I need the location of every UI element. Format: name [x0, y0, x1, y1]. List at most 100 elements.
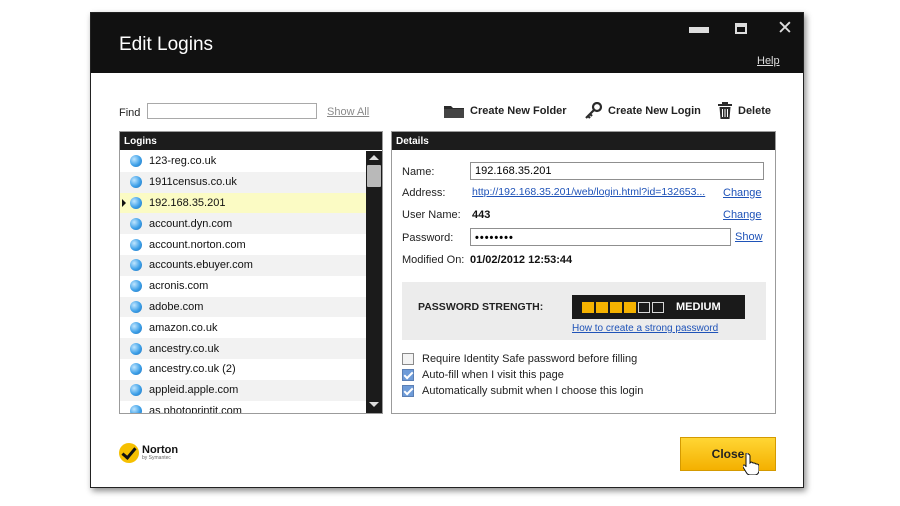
- name-input[interactable]: [470, 162, 764, 180]
- login-item-label: appleid.apple.com: [149, 384, 239, 397]
- login-list-item[interactable]: account.dyn.com: [120, 213, 366, 235]
- username-value: 443: [472, 209, 491, 221]
- login-list-item[interactable]: ancestry.co.uk: [120, 338, 366, 359]
- strong-password-help-link[interactable]: How to create a strong password: [572, 323, 718, 334]
- details-header: Details: [392, 132, 775, 150]
- title-bar: Edit Logins ▬ ✕ Help: [91, 13, 803, 73]
- create-new-folder-button[interactable]: Create New Folder: [443, 101, 567, 121]
- globe-icon: [130, 155, 142, 168]
- login-item-label: 192.168.35.201: [149, 196, 226, 209]
- password-strength-box: PASSWORD STRENGTH: MEDIUM How to create …: [402, 282, 766, 340]
- strength-segment: [652, 302, 664, 313]
- maximize-icon[interactable]: [735, 23, 747, 34]
- login-list-item[interactable]: ancestry.co.uk (2): [120, 359, 366, 380]
- find-input[interactable]: [147, 103, 317, 119]
- login-list-item[interactable]: as.photoprintit.com: [120, 401, 366, 413]
- login-list-item[interactable]: 1911census.co.uk: [120, 171, 366, 193]
- globe-icon: [130, 384, 142, 397]
- show-password-link[interactable]: Show: [735, 231, 763, 243]
- strength-segment: [610, 302, 622, 313]
- option-require-password[interactable]: Require Identity Safe password before fi…: [402, 353, 637, 365]
- name-label: Name:: [402, 166, 435, 178]
- show-all-link[interactable]: Show All: [327, 106, 369, 118]
- change-username-link[interactable]: Change: [723, 209, 762, 221]
- create-new-folder-label: Create New Folder: [470, 105, 567, 117]
- login-list-item[interactable]: amazon.co.uk: [120, 317, 366, 338]
- logins-scrollbar[interactable]: [366, 151, 382, 413]
- login-item-label: adobe.com: [149, 300, 204, 313]
- edit-logins-window: Edit Logins ▬ ✕ Help Find Show All Creat…: [90, 12, 804, 488]
- help-link[interactable]: Help: [757, 55, 780, 67]
- window-title: Edit Logins: [119, 34, 214, 55]
- globe-icon: [130, 300, 142, 313]
- globe-icon: [130, 238, 142, 251]
- login-list-item[interactable]: account.norton.com: [120, 234, 366, 255]
- login-item-label: amazon.co.uk: [149, 321, 218, 334]
- login-item-label: account.norton.com: [149, 238, 246, 251]
- option-auto-submit[interactable]: Automatically submit when I choose this …: [402, 385, 643, 397]
- scroll-up-icon[interactable]: [369, 155, 379, 160]
- scroll-thumb[interactable]: [367, 165, 381, 187]
- toolbar: Find Show All Create New Folder Create N…: [91, 73, 803, 129]
- hand-cursor-icon: [743, 453, 759, 475]
- auto-submit-label: Automatically submit when I choose this …: [422, 385, 644, 397]
- globe-icon: [130, 363, 142, 376]
- login-list-item[interactable]: appleid.apple.com: [120, 379, 366, 401]
- logins-panel: Logins 123-reg.co.uk 1911census.co.uk 192.…: [119, 131, 383, 414]
- autofill-label: Auto-fill when I visit this page: [422, 369, 564, 381]
- login-list-item[interactable]: acronis.com: [120, 276, 366, 297]
- norton-brand-sub: by Symantec: [142, 455, 171, 461]
- login-item-label: accounts.ebuyer.com: [149, 259, 253, 272]
- modified-label: Modified On:: [402, 254, 465, 266]
- norton-logo: Norton by Symantec: [119, 443, 178, 463]
- username-label: User Name:: [402, 209, 461, 221]
- strength-segment: [638, 302, 650, 313]
- globe-icon: [130, 404, 142, 413]
- logins-list[interactable]: 123-reg.co.uk 1911census.co.uk 192.168.35.…: [120, 151, 366, 413]
- globe-icon: [130, 259, 142, 272]
- login-list-item[interactable]: 192.168.35.201: [120, 192, 366, 214]
- minimize-icon[interactable]: ▬: [689, 16, 709, 39]
- strength-segment: [624, 302, 636, 313]
- scroll-down-icon[interactable]: [369, 402, 379, 407]
- login-item-label: account.dyn.com: [149, 217, 233, 230]
- globe-icon: [130, 342, 142, 355]
- login-item-label: acronis.com: [149, 280, 209, 293]
- strength-segment: [596, 302, 608, 313]
- create-new-login-button[interactable]: Create New Login: [583, 101, 701, 121]
- globe-icon: [130, 217, 142, 230]
- globe-icon: [130, 196, 142, 209]
- globe-icon: [130, 280, 142, 293]
- login-item-label: 123-reg.co.uk: [149, 155, 217, 168]
- password-strength-label: PASSWORD STRENGTH:: [418, 301, 544, 313]
- close-icon[interactable]: ✕: [777, 17, 793, 40]
- option-autofill[interactable]: Auto-fill when I visit this page: [402, 369, 564, 381]
- globe-icon: [130, 176, 142, 189]
- login-list-item[interactable]: 123-reg.co.uk: [120, 151, 366, 172]
- delete-label: Delete: [738, 105, 772, 117]
- strength-segment: [582, 302, 594, 313]
- details-panel: Details Name: Address: http://192.168.35…: [391, 131, 776, 414]
- norton-check-icon: [119, 443, 139, 463]
- change-address-link[interactable]: Change: [723, 187, 762, 199]
- login-list-item[interactable]: accounts.ebuyer.com: [120, 254, 366, 276]
- logins-header: Logins: [120, 132, 382, 150]
- selected-row-arrow-icon: [122, 198, 126, 207]
- login-item-label: as.photoprintit.com: [149, 404, 242, 413]
- password-field[interactable]: ••••••••: [470, 228, 731, 246]
- password-label: Password:: [402, 232, 454, 244]
- trash-icon: [718, 102, 732, 119]
- require-password-checkbox[interactable]: [402, 353, 414, 365]
- password-strength-meter: MEDIUM: [572, 295, 745, 319]
- delete-button[interactable]: Delete: [717, 101, 771, 121]
- login-list-item[interactable]: adobe.com: [120, 296, 366, 318]
- close-button[interactable]: Close: [680, 437, 776, 471]
- login-item-label: 1911census.co.uk: [149, 176, 237, 189]
- address-link[interactable]: http://192.168.35.201/web/login.html?id=…: [472, 186, 719, 198]
- autofill-checkbox[interactable]: [402, 369, 414, 381]
- create-new-login-label: Create New Login: [608, 105, 701, 117]
- globe-icon: [130, 321, 142, 334]
- auto-submit-checkbox[interactable]: [402, 385, 414, 397]
- find-label: Find: [119, 107, 141, 119]
- require-password-label: Require Identity Safe password before fi…: [422, 353, 638, 365]
